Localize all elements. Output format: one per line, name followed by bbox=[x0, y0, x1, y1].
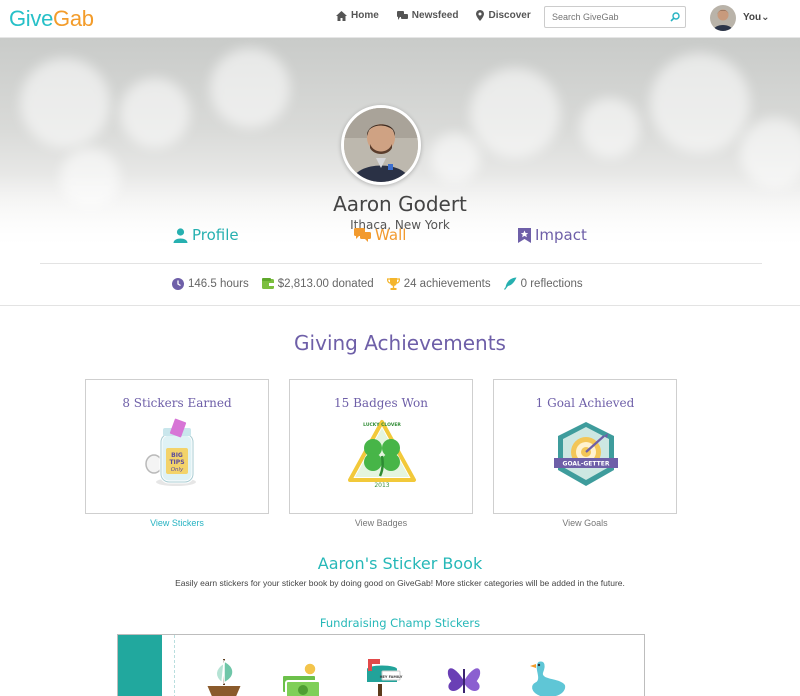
jar-label-line3: Only bbox=[171, 467, 184, 473]
goal-badge-banner: GOAL-GETTER bbox=[563, 461, 610, 468]
sticker-book-spine bbox=[118, 635, 162, 696]
nav-home-label: Home bbox=[351, 10, 379, 21]
tab-impact[interactable]: Impact bbox=[518, 226, 587, 244]
nav-newsfeed-label: Newsfeed bbox=[411, 10, 459, 21]
mailbox-sticker-text: HEY FAMILY bbox=[380, 675, 403, 679]
tab-profile-label: Profile bbox=[192, 226, 239, 244]
newsfeed-icon bbox=[396, 10, 408, 20]
clover-badge-year: 2013 bbox=[374, 482, 389, 489]
stat-achievements-text: 24 achievements bbox=[403, 277, 491, 290]
sticker-book-page-edge bbox=[174, 635, 175, 696]
user-menu[interactable]: You⌄ bbox=[743, 12, 770, 23]
view-stickers-link[interactable]: View Stickers bbox=[85, 518, 269, 528]
tab-wall-label: Wall bbox=[375, 226, 407, 244]
jar-label-line2: TIPS bbox=[169, 459, 184, 466]
giving-achievements-title: Giving Achievements bbox=[294, 331, 506, 355]
view-goals-link[interactable]: View Goals bbox=[493, 518, 677, 528]
bokeh-decoration bbox=[20, 58, 110, 148]
clock-icon bbox=[172, 277, 184, 290]
givegab-logo[interactable]: GiveGab bbox=[9, 6, 94, 32]
user-avatar[interactable] bbox=[710, 5, 736, 31]
divider bbox=[0, 305, 800, 306]
user-avatar-image bbox=[710, 5, 736, 31]
feather-icon bbox=[503, 277, 517, 290]
ribbon-icon bbox=[518, 227, 531, 243]
stat-donated: $2,813.00 donated bbox=[261, 277, 374, 290]
logo-give: Give bbox=[9, 6, 54, 31]
trophy-icon bbox=[386, 277, 400, 290]
stat-reflections-text: 0 reflections bbox=[520, 277, 583, 290]
profile-photo-image bbox=[344, 108, 418, 182]
bokeh-decoration bbox=[210, 48, 290, 128]
stat-achievements: 24 achievements bbox=[386, 277, 491, 290]
nav-discover-label: Discover bbox=[488, 10, 531, 21]
caret-down-icon: ⌄ bbox=[761, 12, 770, 23]
tab-wall[interactable]: Wall bbox=[354, 226, 406, 244]
goals-card[interactable]: 1 Goal Achieved GOAL-GETTER bbox=[493, 379, 677, 514]
badges-card-title: 15 Badges Won bbox=[334, 396, 428, 410]
view-badges-link[interactable]: View Badges bbox=[289, 518, 473, 528]
sticker-book: HEY FAMILY bbox=[117, 634, 645, 696]
bokeh-decoration bbox=[580, 98, 640, 158]
user-menu-label: You bbox=[743, 12, 762, 23]
map-pin-icon bbox=[476, 10, 485, 21]
mailbox-sticker-icon[interactable]: HEY FAMILY bbox=[358, 655, 406, 696]
butterfly-sticker-icon[interactable] bbox=[440, 655, 488, 696]
search-box bbox=[544, 6, 686, 28]
nav-newsfeed[interactable]: Newsfeed bbox=[396, 10, 459, 21]
profile-photo bbox=[341, 105, 421, 185]
sticker-book-description: Easily earn stickers for your sticker bo… bbox=[175, 578, 625, 588]
stat-reflections: 0 reflections bbox=[503, 277, 583, 290]
profile-stats: 146.5 hours $2,813.00 donated 24 achieve… bbox=[172, 277, 596, 290]
main-nav: Home Newsfeed Discover bbox=[336, 10, 549, 21]
goals-card-title: 1 Goal Achieved bbox=[535, 396, 635, 410]
chat-icon bbox=[354, 227, 371, 242]
lucky-clover-badge-icon: 2013 LUCKY CLOVER bbox=[348, 420, 416, 489]
tab-impact-label: Impact bbox=[535, 226, 587, 244]
money-sticker-icon[interactable] bbox=[276, 655, 324, 696]
wallet-icon bbox=[261, 278, 274, 289]
goose-sticker-icon[interactable] bbox=[522, 655, 570, 696]
profile-name: Aaron Godert bbox=[333, 192, 467, 216]
stickers-card-title: 8 Stickers Earned bbox=[122, 396, 232, 410]
user-icon bbox=[173, 227, 188, 243]
top-navigation-bar: GiveGab Home Newsfeed Discover You⌄ bbox=[0, 0, 800, 38]
clover-badge-label: LUCKY CLOVER bbox=[363, 422, 401, 428]
stickers-card[interactable]: 8 Stickers Earned BIG TIPS Only bbox=[85, 379, 269, 514]
home-icon bbox=[336, 10, 347, 21]
divider bbox=[40, 263, 762, 264]
stat-donated-text: $2,813.00 donated bbox=[277, 277, 374, 290]
tip-jar-sticker-icon: BIG TIPS Only bbox=[145, 418, 196, 486]
fundraising-champ-title: Fundraising Champ Stickers bbox=[319, 616, 481, 630]
stat-hours-text: 146.5 hours bbox=[188, 277, 249, 290]
sticker-book-title: Aaron's Sticker Book bbox=[317, 554, 483, 573]
bokeh-decoration bbox=[650, 53, 750, 153]
bokeh-decoration bbox=[120, 78, 190, 148]
nav-home[interactable]: Home bbox=[336, 10, 379, 21]
search-input[interactable] bbox=[545, 7, 665, 27]
ship-sticker-icon[interactable] bbox=[200, 655, 248, 696]
badges-card[interactable]: 15 Badges Won 2013 LUCKY CLOVER bbox=[289, 379, 473, 514]
bokeh-decoration bbox=[470, 68, 560, 158]
jar-label-line1: BIG bbox=[171, 452, 183, 459]
nav-discover[interactable]: Discover bbox=[476, 10, 531, 21]
logo-gab: Gab bbox=[53, 6, 94, 31]
stat-hours: 146.5 hours bbox=[172, 277, 249, 290]
tab-profile[interactable]: Profile bbox=[173, 226, 239, 244]
search-icon[interactable] bbox=[670, 12, 680, 22]
goal-getter-badge-icon: GOAL-GETTER bbox=[554, 422, 618, 486]
profile-tabs: Profile Wall Impact bbox=[0, 226, 800, 248]
